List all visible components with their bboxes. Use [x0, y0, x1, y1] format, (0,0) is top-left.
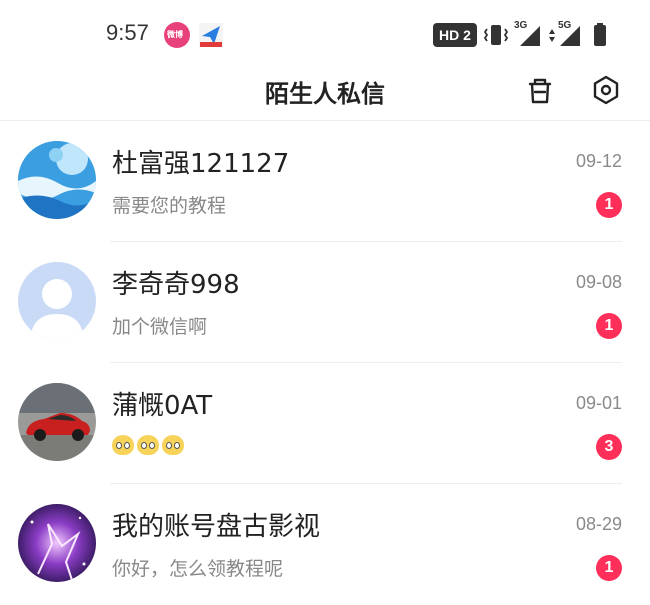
purple-galaxy-avatar[interactable]: [18, 504, 96, 582]
unread-badge: 1: [596, 192, 622, 218]
hd-voice-badge: HD 2: [433, 23, 477, 47]
default-person-avatar[interactable]: [18, 262, 96, 340]
trash-icon: [522, 78, 558, 112]
conversation-item[interactable]: 杜富强121127 需要您的教程 09-12 1: [0, 121, 650, 242]
unread-badge: 1: [596, 555, 622, 581]
contact-name: 杜富强121127: [112, 149, 290, 179]
last-message: 需要您的教程: [112, 195, 227, 217]
message-date: 09-08: [575, 272, 622, 292]
signal-3g-icon: 3G: [514, 20, 542, 52]
conversation-item[interactable]: 蒲慨0AT 09-01 3: [0, 363, 650, 484]
contact-name: 李奇奇998: [112, 270, 240, 300]
last-message: [112, 433, 187, 455]
contact-name: 我的账号盘古影视: [112, 512, 321, 542]
face-emoji: [162, 434, 184, 455]
settings-button[interactable]: [588, 72, 624, 108]
last-message: 加个微信啊: [112, 316, 208, 338]
face-emoji: [112, 434, 134, 455]
signal-3g-label: 3G: [514, 20, 528, 31]
message-date: 09-01: [575, 393, 622, 413]
signal-5g-label: 5G: [558, 20, 572, 31]
message-date: 09-12: [575, 151, 622, 171]
conversation-item[interactable]: 李奇奇998 加个微信啊 09-08 1: [0, 242, 650, 363]
clear-button[interactable]: [522, 72, 558, 108]
signal-5g-icon: 5G: [546, 20, 582, 52]
status-bar: 9:57 微博 HD 2 3G 5G: [0, 0, 650, 64]
blue-abstract-avatar[interactable]: [18, 141, 96, 219]
contact-name: 蒲慨0AT: [112, 391, 213, 421]
battery-icon: [592, 22, 608, 52]
header-bar: 陌生人私信: [0, 64, 650, 121]
message-app-icon: [198, 22, 224, 48]
face-emoji: [137, 434, 159, 455]
status-time: 9:57: [106, 20, 149, 45]
conversation-item[interactable]: 我的账号盘古影视 你好，怎么领教程呢 08-29 1: [0, 484, 650, 605]
red-car-avatar[interactable]: [18, 383, 96, 461]
settings-icon: [588, 75, 624, 112]
weibo-app-icon: 微博: [164, 22, 190, 48]
unread-badge: 1: [596, 313, 622, 339]
conversation-list: 杜富强121127 需要您的教程 09-12 1 李奇奇998 加个微信啊 09…: [0, 121, 650, 605]
vibrate-icon: [483, 22, 509, 52]
message-date: 08-29: [575, 514, 622, 534]
last-message: 你好，怎么领教程呢: [112, 558, 284, 580]
unread-badge: 3: [596, 434, 622, 460]
